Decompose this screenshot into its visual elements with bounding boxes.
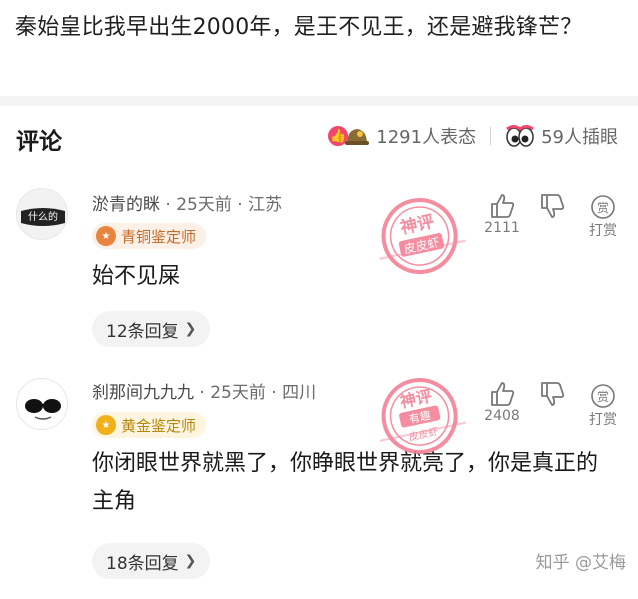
avatar[interactable]: 什么的 xyxy=(16,188,68,240)
avatar[interactable] xyxy=(16,378,68,430)
stamp-line1: 神评 xyxy=(398,211,436,239)
dislike-action[interactable] xyxy=(530,380,574,408)
insert-eyes-count: 59人插眼 xyxy=(541,127,618,148)
chevron-right-icon: ❯ xyxy=(184,321,197,337)
thumb-up-icon xyxy=(491,382,515,406)
reactions-bar[interactable]: 👍 1291人表态 59人插眼 xyxy=(326,123,618,149)
badge-icon: ★ xyxy=(96,226,116,246)
like-count: 2111 xyxy=(484,220,520,236)
commenter-name[interactable]: 刹那间九九九 xyxy=(92,383,194,403)
comment-location: 四川 xyxy=(282,383,317,403)
meta-dot: · xyxy=(165,195,177,215)
meta-dot: · xyxy=(271,383,283,403)
comment-meta: 刹那间九九九 · 25天前 · 四川 xyxy=(92,378,316,403)
like-count: 2408 xyxy=(484,408,520,424)
comments-title: 评论 xyxy=(16,129,62,155)
meta-dot: · xyxy=(199,383,211,403)
god-comment-stamp: 神评 皮皮虾 xyxy=(366,188,474,288)
replies-button[interactable]: 18条回复 ❯ xyxy=(92,543,211,579)
user-badge[interactable]: ★ 青铜鉴定师 xyxy=(92,223,207,249)
comment-meta: 淤青的眯 · 25天前 · 江苏 xyxy=(92,190,282,215)
user-badge[interactable]: ★ 黄金鉴定师 xyxy=(92,412,207,438)
replies-button[interactable]: 12条回复 ❯ xyxy=(92,311,211,347)
stamp-line2: 皮皮虾 xyxy=(403,235,441,256)
comment-location: 江苏 xyxy=(248,195,283,215)
replies-label: 18条回复 xyxy=(106,553,179,574)
tip-icon: 赏 xyxy=(591,384,615,408)
chevron-right-icon: ❯ xyxy=(184,553,197,569)
reactions-count: 1291人表态 xyxy=(376,127,477,148)
tip-action[interactable]: 赏 打赏 xyxy=(581,383,625,429)
commenter-name[interactable]: 淤青的眯 xyxy=(92,195,160,215)
god-comment-stamp: 神评 有趣 皮皮虾 xyxy=(366,368,474,468)
section-divider xyxy=(0,96,638,106)
tip-icon: 赏 xyxy=(591,195,615,219)
tip-label: 打赏 xyxy=(589,412,617,428)
comments-header: 评论 👍 1291人表态 59人插眼 xyxy=(0,106,638,168)
comment-time: 25天前 xyxy=(176,195,232,215)
watermark: 知乎 @艾梅 xyxy=(535,553,626,573)
badge-label: 黄金鉴定师 xyxy=(121,416,197,435)
reactions-separator xyxy=(490,127,492,145)
comment-text: 始不见屎 xyxy=(92,264,181,289)
thumb-down-icon xyxy=(541,194,565,218)
tip-glyph: 赏 xyxy=(597,201,609,215)
badge-icon: ★ xyxy=(96,415,116,435)
meta-dot: · xyxy=(237,195,249,215)
badge-label: 青铜鉴定师 xyxy=(121,227,197,246)
eyes-icon xyxy=(505,124,535,148)
like-action[interactable]: 2408 xyxy=(480,380,524,424)
helmet-reaction-icon xyxy=(344,124,370,148)
like-action[interactable]: 2111 xyxy=(480,192,524,236)
stamp-line2: 有趣 xyxy=(408,408,432,426)
replies-label: 12条回复 xyxy=(106,321,179,342)
tip-glyph: 赏 xyxy=(597,390,609,404)
tip-action[interactable]: 赏 打赏 xyxy=(581,194,625,240)
avatar-text: 什么的 xyxy=(28,210,58,223)
thumb-down-icon xyxy=(541,382,565,406)
dislike-action[interactable] xyxy=(530,192,574,220)
comment-text: 你闭眼世界就黑了，你睁眼世界就亮了，你是真正的主角 xyxy=(92,451,599,514)
post-title: 秦始皇比我早出生2000年，是王不见王，还是避我锋芒？ xyxy=(15,15,583,40)
tip-label: 打赏 xyxy=(589,223,617,239)
thumb-up-icon xyxy=(491,194,515,218)
comment-time: 25天前 xyxy=(210,383,266,403)
